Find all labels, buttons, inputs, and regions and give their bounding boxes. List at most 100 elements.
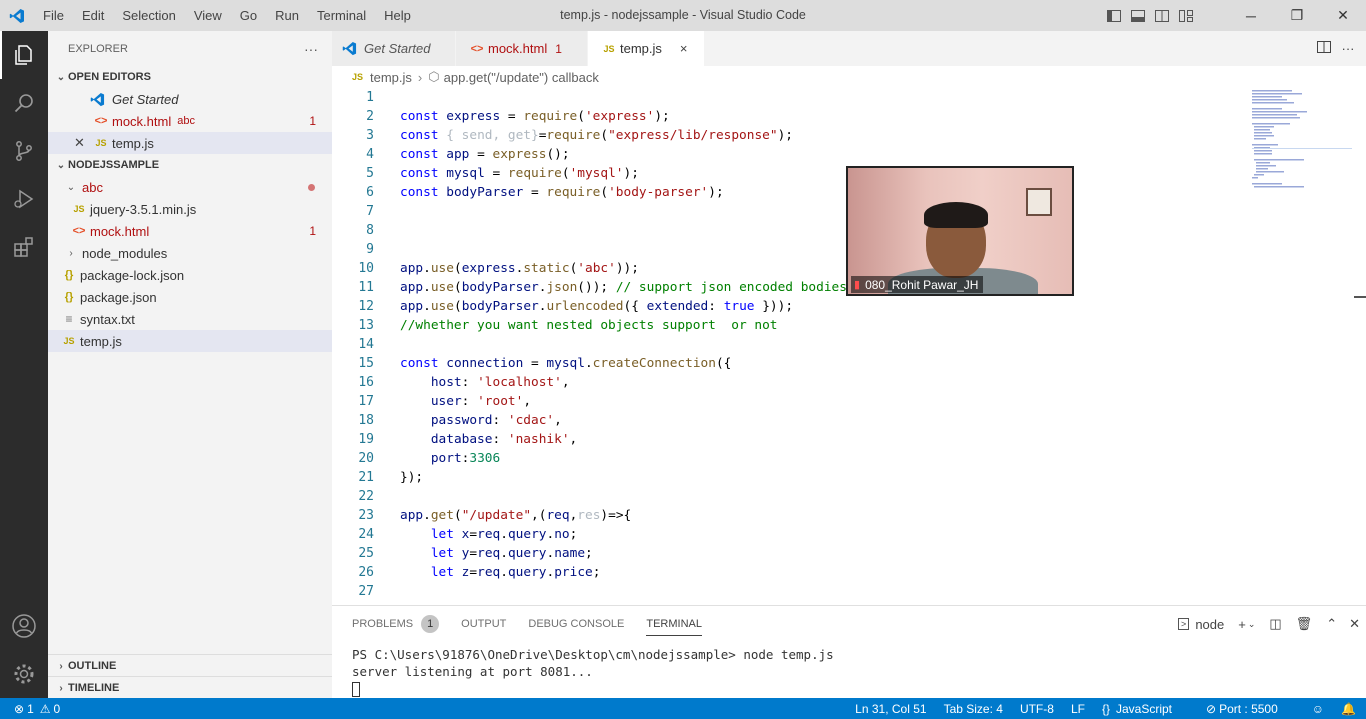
close-tab-icon[interactable]: ×	[680, 41, 688, 56]
menu-view[interactable]: View	[185, 0, 231, 31]
mic-muted-icon: ▮	[854, 279, 861, 291]
close-panel-icon[interactable]: ✕	[1349, 616, 1360, 632]
vscode-icon	[90, 92, 112, 107]
language-mode[interactable]: {} JavaScript	[1102, 702, 1189, 716]
outline-title: OUTLINE	[68, 660, 117, 672]
menu-help[interactable]: Help	[375, 0, 420, 31]
menu-selection[interactable]: Selection	[113, 0, 184, 31]
notifications-bell-icon[interactable]: 🔔	[1341, 702, 1356, 716]
tab-debug-console[interactable]: DEBUG CONSOLE	[528, 606, 624, 642]
close-window-icon[interactable]: ✕	[1320, 0, 1366, 31]
open-editors-header[interactable]: ⌄ OPEN EDITORS	[48, 66, 332, 88]
split-terminal-icon[interactable]: ◫	[1269, 616, 1281, 632]
tab-temp-js[interactable]: JS temp.js ×	[588, 31, 705, 66]
tree-item-label: package.json	[80, 289, 157, 305]
tree-item[interactable]: {} package-lock.json	[48, 264, 332, 286]
tree-item[interactable]: <> mock.html 1	[48, 220, 332, 242]
more-actions-icon[interactable]: ···	[304, 41, 318, 57]
cursor-position[interactable]: Ln 31, Col 51	[855, 702, 926, 716]
line-number: 25	[358, 546, 374, 561]
modified-dot	[308, 183, 315, 191]
project-header[interactable]: ⌄ NODEJSSAMPLE	[48, 154, 332, 176]
open-editor-item[interactable]: <> mock.html abc 1	[48, 110, 332, 132]
line-number: 10	[358, 261, 374, 276]
panel-tab-label: TERMINAL	[646, 618, 702, 630]
line-number: 27	[358, 584, 374, 599]
run-debug-icon[interactable]	[0, 175, 48, 223]
menu-run[interactable]: Run	[266, 0, 308, 31]
tree-item-label: node_modules	[82, 245, 168, 261]
chevron-down-icon: ⌄	[56, 71, 66, 83]
tree-item-folder[interactable]: ⌄ abc	[48, 176, 332, 198]
source-control-icon[interactable]	[0, 127, 48, 175]
tab-output[interactable]: OUTPUT	[461, 606, 506, 642]
tree-item[interactable]: ≡ syntax.txt	[48, 308, 332, 330]
chevron-down-icon[interactable]: ⌄	[1248, 619, 1256, 630]
terminal-cursor	[352, 682, 360, 697]
outline-section[interactable]: › OUTLINE	[48, 654, 332, 677]
settings-gear-icon[interactable]	[0, 650, 48, 698]
line-number: 11	[358, 280, 374, 295]
close-icon[interactable]: ✕	[74, 135, 90, 151]
split-editor-icon[interactable]	[1312, 41, 1336, 56]
terminal-input[interactable]	[332, 680, 1366, 697]
accounts-icon[interactable]	[0, 602, 48, 650]
minimap[interactable]	[1252, 88, 1352, 208]
text-file-icon: ≡	[65, 312, 73, 326]
breadcrumb-symbol[interactable]: app.get("/update") callback	[444, 70, 599, 85]
participant-name: 080_Rohit Pawar_JH	[865, 277, 979, 292]
line-number: 4	[366, 147, 374, 162]
code-line: 6 const bodyParser = require('body-parser…	[332, 183, 1332, 202]
explorer-title: EXPLORER	[68, 42, 128, 55]
maximize-panel-icon[interactable]: ⌃	[1326, 616, 1337, 632]
tab-label: mock.html	[488, 41, 548, 56]
tab-problems[interactable]: PROBLEMS 1	[352, 606, 440, 642]
toggle-sidebar-icon[interactable]	[1102, 0, 1126, 31]
code-line: 27	[332, 582, 1332, 601]
code-line: 24 let x=req.query.no;	[332, 525, 1332, 544]
braces-icon: {}	[1101, 701, 1110, 716]
search-icon[interactable]	[0, 79, 48, 127]
tab-size[interactable]: Tab Size: 4	[944, 702, 1003, 716]
feedback-icon[interactable]: ☺	[1312, 702, 1324, 716]
open-editor-item[interactable]: ✕ JS temp.js	[48, 132, 332, 154]
explorer-icon[interactable]	[0, 31, 48, 79]
menu-go[interactable]: Go	[231, 0, 266, 31]
line-ending[interactable]: LF	[1071, 702, 1085, 716]
trash-icon[interactable]: 🗑	[1296, 616, 1313, 632]
restore-icon[interactable]: ❐	[1274, 0, 1320, 31]
tree-item[interactable]: JS jquery-3.5.1.min.js	[48, 198, 332, 220]
problems-status[interactable]: ⊗ 1 ⚠ 0	[0, 702, 60, 716]
toggle-secondary-sidebar-icon[interactable]	[1150, 0, 1174, 31]
encoding[interactable]: UTF-8	[1020, 702, 1054, 716]
open-editor-label: temp.js	[112, 135, 154, 151]
menu-terminal[interactable]: Terminal	[308, 0, 375, 31]
menu-edit[interactable]: Edit	[73, 0, 113, 31]
live-server-port[interactable]: ⊘ Port : 5500	[1206, 702, 1295, 716]
video-call-overlay[interactable]: ▮ 080_Rohit Pawar_JH	[846, 166, 1074, 296]
tree-item[interactable]: {} package.json	[48, 286, 332, 308]
more-actions-icon[interactable]: ···	[1336, 41, 1360, 56]
tree-item-folder[interactable]: › node_modules	[48, 242, 332, 264]
code-line: 18 password: 'cdac',	[332, 411, 1332, 430]
open-editor-item[interactable]: Get Started	[48, 88, 332, 110]
tab-mock-html[interactable]: <> mock.html 1	[456, 31, 588, 66]
activity-bar	[0, 31, 48, 698]
customize-layout-icon[interactable]	[1174, 0, 1198, 31]
new-terminal-icon[interactable]: +	[1238, 617, 1246, 632]
tree-item-label: syntax.txt	[80, 311, 135, 327]
timeline-section[interactable]: › TIMELINE	[48, 676, 332, 699]
line-number: 19	[358, 432, 374, 447]
open-editors-title: OPEN EDITORS	[68, 71, 151, 83]
tree-item[interactable]: JS temp.js	[48, 330, 332, 352]
menu-file[interactable]: File	[34, 0, 73, 31]
minimize-icon[interactable]: ─	[1228, 0, 1274, 31]
tab-get-started[interactable]: Get Started	[332, 31, 456, 66]
terminal-name[interactable]: node	[1195, 617, 1224, 632]
code-line: 23 app.get("/update",(req,res)=>{	[332, 506, 1332, 525]
toggle-panel-icon[interactable]	[1126, 0, 1150, 31]
scrollbar[interactable]	[1354, 296, 1366, 298]
tab-terminal[interactable]: TERMINAL	[646, 606, 702, 642]
extensions-icon[interactable]	[0, 223, 48, 271]
breadcrumb-file[interactable]: temp.js	[370, 70, 412, 85]
